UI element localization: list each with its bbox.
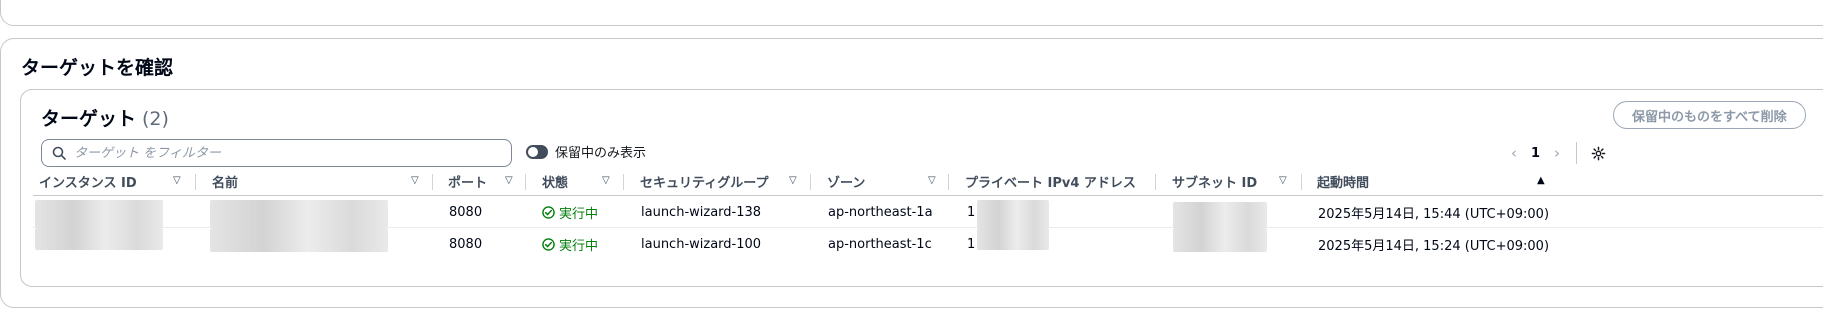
column-divider[interactable] (1155, 174, 1156, 190)
redacted-instance-id (35, 228, 163, 250)
sort-icon[interactable]: ▽ (789, 175, 797, 186)
redacted-ip (977, 200, 1049, 228)
column-divider[interactable] (948, 174, 949, 190)
cell-launch-time: 2025年5月14日, 15:24 (UTC+09:00) (1318, 238, 1550, 254)
toggle-label: 保留中のみ表示 (555, 146, 647, 161)
cell-zone: ap-northeast-1a (828, 204, 933, 220)
targets-table: インスタンス ID ▽ 名前 ▽ ポート ▽ 状態 ▽ セキュリティグループ ▽… (33, 166, 1823, 260)
targets-container: ターゲット (2) 保留中のものをすべて削除 保留中のみ表示 ‹ 1 › (20, 89, 1823, 287)
cell-port: 8080 (449, 236, 483, 252)
gear-icon[interactable] (1591, 146, 1606, 161)
table-row: 8080 実行中 launch-wizard-100 ap-northeast-… (33, 228, 1823, 260)
search-icon (52, 146, 66, 160)
filter-input[interactable] (74, 145, 494, 161)
status-check-icon (542, 205, 555, 219)
status-check-icon (542, 237, 555, 251)
status-text: 実行中 (559, 238, 599, 254)
redacted-ip (977, 228, 1049, 250)
cell-port: 8080 (449, 204, 483, 220)
redacted-subnet (1173, 202, 1267, 228)
status-text: 実行中 (559, 206, 599, 222)
cell-ip: 1 (967, 204, 976, 220)
cell-launch-time: 2025年5月14日, 15:44 (UTC+09:00) (1318, 206, 1550, 222)
cell-security-group[interactable]: launch-wizard-100 (641, 228, 761, 260)
col-security-group[interactable]: セキュリティグループ (640, 166, 768, 196)
sort-icon[interactable]: ▽ (1279, 175, 1287, 186)
sort-icon[interactable]: ▽ (928, 175, 936, 186)
sort-ascending-icon[interactable]: ▲ (1537, 175, 1545, 186)
col-instance-id[interactable]: インスタンス ID (39, 166, 137, 196)
col-zone[interactable]: ゾーン (827, 166, 865, 196)
pagination: ‹ 1 › (1511, 142, 1606, 164)
col-status[interactable]: 状態 (542, 166, 568, 196)
cell-status: 実行中 (542, 196, 598, 228)
toggle-switch[interactable] (526, 144, 548, 159)
redacted-name (210, 228, 388, 252)
column-divider[interactable] (525, 174, 526, 190)
targets-header: ターゲット (2) (41, 104, 169, 131)
column-divider[interactable] (810, 174, 811, 190)
table-row: 8080 実行中 launch-wizard-138 ap-northeast-… (33, 196, 1823, 228)
cell-zone: ap-northeast-1c (828, 236, 932, 252)
col-port[interactable]: ポート (448, 166, 487, 196)
col-subnet-id[interactable]: サブネット ID (1172, 166, 1257, 196)
filter-box[interactable] (41, 139, 512, 167)
chevron-right-icon[interactable]: › (1554, 144, 1560, 162)
sort-icon[interactable]: ▽ (602, 175, 610, 186)
targets-count: (2) (142, 108, 169, 130)
page-number[interactable]: 1 (1531, 146, 1540, 161)
col-private-ip[interactable]: プライベート IPv4 アドレス (965, 166, 1136, 196)
column-divider[interactable] (1301, 174, 1302, 190)
chevron-left-icon[interactable]: ‹ (1511, 144, 1517, 162)
targets-title: ターゲット (41, 108, 137, 130)
col-launch-time[interactable]: 起動時間 (1317, 166, 1369, 196)
column-divider[interactable] (195, 174, 196, 190)
pager-divider (1576, 142, 1578, 164)
column-divider[interactable] (623, 174, 624, 190)
sort-icon[interactable]: ▽ (505, 175, 513, 186)
cell-status: 実行中 (542, 228, 598, 260)
review-targets-panel: ターゲットを確認 ターゲット (2) 保留中のものをすべて削除 保留中のみ表示 … (0, 38, 1823, 308)
cell-security-group[interactable]: launch-wizard-138 (641, 196, 761, 228)
table-header-row: インスタンス ID ▽ 名前 ▽ ポート ▽ 状態 ▽ セキュリティグループ ▽… (33, 166, 1823, 196)
sort-icon[interactable]: ▽ (411, 175, 419, 186)
review-targets-title: ターゲットを確認 (21, 57, 174, 79)
column-divider[interactable] (432, 174, 433, 190)
remove-all-pending-button[interactable]: 保留中のものをすべて削除 (1613, 101, 1806, 129)
redacted-instance-id (35, 200, 163, 228)
cell-ip: 1 (967, 236, 976, 252)
previous-section-panel (0, 0, 1823, 26)
redacted-subnet (1173, 228, 1267, 252)
col-name[interactable]: 名前 (212, 166, 238, 196)
sort-icon[interactable]: ▽ (173, 175, 181, 186)
pending-only-toggle[interactable]: 保留中のみ表示 (526, 142, 646, 161)
redacted-name (210, 200, 388, 228)
